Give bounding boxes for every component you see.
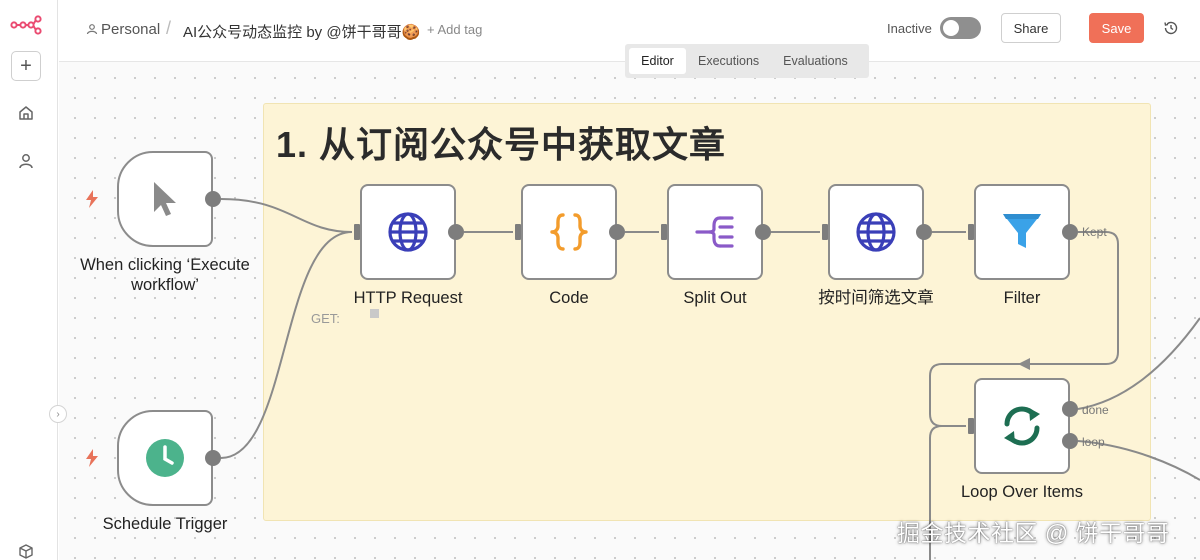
split-icon: [695, 216, 734, 248]
node-label-line: When clicking ‘Execute: [80, 256, 250, 274]
user-icon[interactable]: [17, 152, 35, 170]
node-manual-trigger[interactable]: [117, 151, 213, 247]
node-label-split-out: Split Out: [683, 289, 747, 307]
history-icon[interactable]: [1163, 20, 1179, 36]
save-button[interactable]: Save: [1089, 13, 1144, 43]
node-filter-by-time[interactable]: [828, 184, 924, 280]
loop-arrows-icon: [1004, 406, 1040, 446]
sticky-note-title: 1. 从订阅公众号中获取文章: [276, 124, 727, 165]
trigger-bolt-icon: [86, 190, 98, 208]
output-port[interactable]: [755, 224, 771, 240]
node-http-request[interactable]: [360, 184, 456, 280]
output-port-done[interactable]: [1062, 401, 1078, 417]
left-sidebar: +: [0, 0, 58, 560]
tab-evaluations[interactable]: Evaluations: [771, 48, 860, 74]
output-port[interactable]: [916, 224, 932, 240]
node-schedule-trigger[interactable]: [117, 410, 213, 506]
port-label-loop: loop: [1082, 435, 1105, 449]
n8n-logo-icon[interactable]: [10, 14, 42, 36]
cursor-pointer-icon: [154, 182, 176, 216]
node-label-http-request: HTTP Request: [353, 289, 463, 307]
node-label-schedule-trigger: Schedule Trigger: [102, 515, 228, 533]
tab-editor[interactable]: Editor: [629, 48, 686, 74]
port-label-kept: Kept: [1082, 225, 1107, 239]
http-method-hint: GET:: [311, 311, 340, 326]
tab-executions[interactable]: Executions: [686, 48, 771, 74]
output-port[interactable]: [448, 224, 464, 240]
output-port[interactable]: [609, 224, 625, 240]
output-port-kept[interactable]: [1062, 224, 1078, 240]
view-tabs: Editor Executions Evaluations: [625, 44, 869, 78]
globe-icon: [856, 212, 896, 252]
globe-icon: [388, 212, 428, 252]
breadcrumb-separator: /: [166, 18, 172, 38]
activation-toggle[interactable]: [940, 17, 981, 39]
node-label-loop-over-items: Loop Over Items: [961, 483, 1083, 501]
share-button[interactable]: Share: [1001, 13, 1061, 43]
node-label-line: workflow’: [131, 276, 199, 294]
clock-icon: [146, 439, 184, 477]
sidebar-expand-button[interactable]: ›: [49, 405, 67, 423]
create-button[interactable]: +: [11, 51, 41, 81]
watermark: 掘金技术社区 @ 饼干哥哥: [897, 520, 1170, 546]
toggle-knob: [943, 20, 959, 36]
node-loop-over-items[interactable]: [974, 378, 1070, 474]
node-code[interactable]: [521, 184, 617, 280]
output-port-loop[interactable]: [1062, 433, 1078, 449]
funnel-icon: [1003, 214, 1041, 248]
node-split-out[interactable]: [667, 184, 763, 280]
code-braces-icon: [550, 213, 588, 251]
url-placeholder-block: [370, 309, 379, 318]
home-icon[interactable]: [17, 104, 35, 122]
output-port[interactable]: [205, 450, 221, 466]
breadcrumb-project[interactable]: Personal: [101, 21, 160, 38]
output-port[interactable]: [205, 191, 221, 207]
node-label-manual-trigger: When clicking ‘Execute workflow’: [75, 255, 255, 295]
workflow-title[interactable]: AI公众号动态监控 by @饼干哥哥🍪: [183, 21, 420, 42]
node-label-filter: Filter: [1003, 289, 1041, 307]
cube-icon[interactable]: [17, 543, 35, 560]
port-label-done: done: [1082, 403, 1109, 417]
trigger-bolt-icon: [86, 449, 98, 467]
add-tag-button[interactable]: + Add tag: [427, 22, 482, 37]
activation-status-label: Inactive: [887, 21, 932, 36]
user-small-icon: [86, 24, 98, 35]
node-filter[interactable]: [974, 184, 1070, 280]
